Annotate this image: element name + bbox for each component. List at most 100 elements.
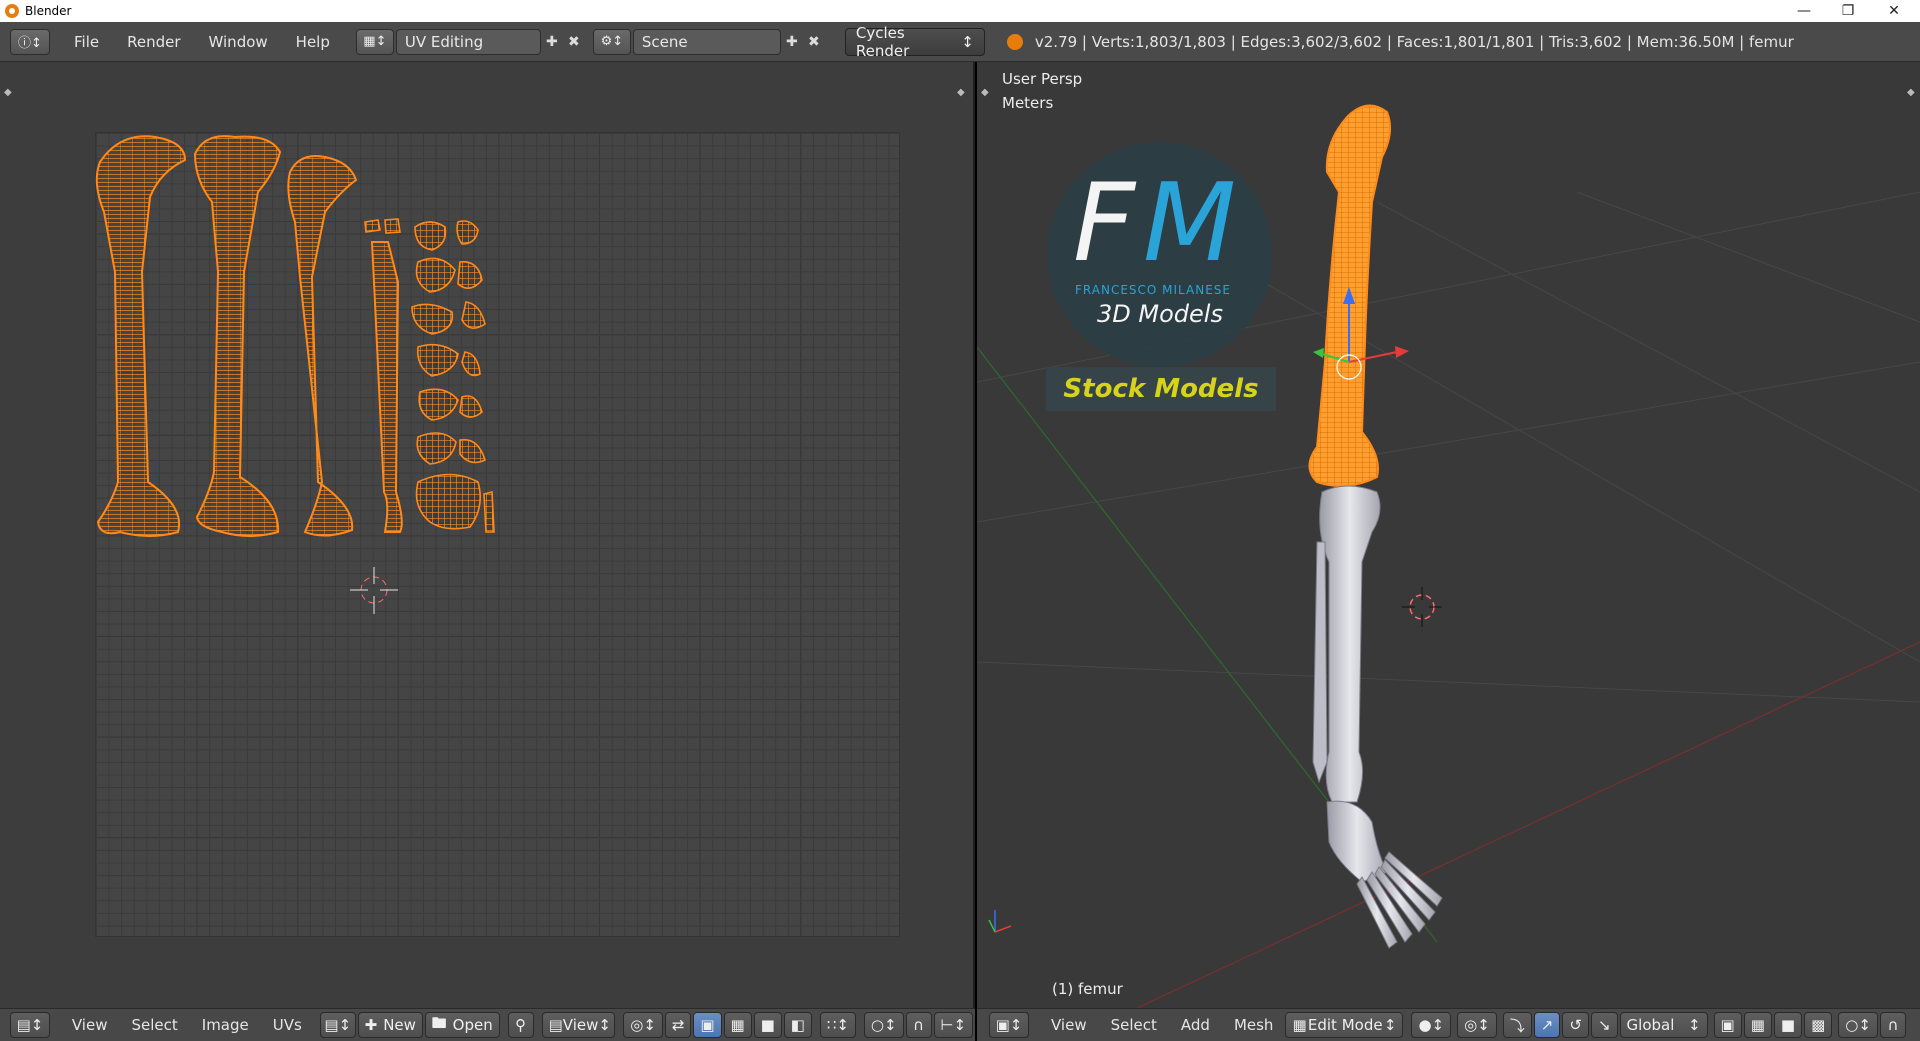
uv-editor-header: ▤↕ View Select Image UVs ▤↕ ✚ New 🖿 Open… [0, 1008, 975, 1041]
edge-select-mode-button[interactable]: ▦ [1743, 1012, 1772, 1038]
v3d-menu-select[interactable]: Select [1099, 1016, 1169, 1034]
pin-icon: ⚲ [515, 1016, 527, 1034]
new-image-button[interactable]: ✚ New [357, 1012, 423, 1038]
image-browse-icon: ▤↕ [324, 1016, 352, 1034]
magnet-icon: ∩ [1887, 1016, 1899, 1034]
island-select-button[interactable]: ◧ [783, 1012, 812, 1038]
chevron-updown-icon: ↕ [1687, 1016, 1701, 1034]
watermark-stock-banner: Stock Models [1046, 367, 1276, 411]
scene-statistics: v2.79 | Verts:1,803/1,803 | Edges:3,602/… [1034, 32, 1794, 51]
editor-type-3d-button[interactable]: ▣↕ [989, 1012, 1029, 1038]
scene-name: Scene [641, 32, 688, 51]
transform-orientation-dropdown[interactable]: Global ↕ [1619, 1012, 1708, 1038]
open-image-label: Open [452, 1016, 493, 1034]
vertex-select-mode-button[interactable]: ▣ [1713, 1012, 1742, 1038]
rotate-manipulator-button[interactable]: ↺ [1562, 1012, 1589, 1038]
sticky-selection-dropdown[interactable]: ∷↕ [819, 1012, 856, 1038]
info-header: ⓘ↕ File Render Window Help ▦↕ UV Editing… [0, 22, 1920, 62]
add-screen-icon[interactable]: ✚ [541, 31, 563, 53]
uv-image-editor[interactable]: ◆ ◆ [0, 62, 975, 1008]
uv-menu-view[interactable]: View [60, 1016, 120, 1034]
view-mode-dropdown[interactable]: ▤ View ↕ [541, 1012, 616, 1038]
edit-mode-icon: ▦ [1292, 1016, 1307, 1034]
restore-icon[interactable]: ❐ [1826, 0, 1870, 22]
face-select-mode-button[interactable]: ■ [1773, 1012, 1803, 1038]
watermark-subtitle: 3D Models [1097, 300, 1223, 328]
uv-menu-uvs[interactable]: UVs [261, 1016, 314, 1034]
uv-2d-cursor [350, 567, 398, 614]
manipulator-toggle[interactable]: ⤵ [1502, 1012, 1532, 1038]
screen-layout-field[interactable]: UV Editing [395, 28, 541, 55]
open-image-button[interactable]: 🖿 Open [424, 1012, 500, 1038]
editor-type-info-button[interactable]: ⓘ↕ [10, 28, 50, 55]
blender-logo-icon [1006, 33, 1023, 50]
snap-icon: ⊢↕ [940, 1016, 967, 1034]
editor-type-uv-button[interactable]: ▤↕ [10, 1012, 50, 1038]
vertex-select-button[interactable]: ▣ [693, 1012, 722, 1038]
viewport-shading-dropdown[interactable]: ●↕ [1411, 1012, 1452, 1038]
menu-render[interactable]: Render [113, 33, 194, 51]
sync-selection-button[interactable]: ⇄ [664, 1012, 692, 1038]
chevron-updown-icon: ↕ [598, 1016, 611, 1034]
edge-select-icon: ▦ [1750, 1016, 1765, 1034]
snap-toggle[interactable]: ∩ [1879, 1012, 1906, 1038]
3d-viewport-header: ▣↕ View Select Add Mesh ▦ Edit Mode ↕ ●↕… [977, 1008, 1920, 1041]
folder-icon: 🖿 [431, 1013, 447, 1032]
menu-file[interactable]: File [60, 33, 113, 51]
uv-island-femur-1 [95, 135, 187, 537]
translate-manipulator-button[interactable]: ↗ [1533, 1012, 1561, 1038]
3d-viewport[interactable]: ◆ ◆ User Persp Meters (1) femur F M FRAN… [977, 62, 1920, 1008]
uv-island-femur-3 [287, 155, 358, 537]
proportional-edit-dropdown[interactable]: ○↕ [1838, 1012, 1878, 1038]
scene-field[interactable]: Scene [632, 28, 781, 55]
orientation-label: Global [1626, 1016, 1675, 1034]
screen-layout-browse-button[interactable]: ▦↕ [355, 28, 394, 55]
pivot-point-button[interactable]: ◎↕ [623, 1012, 663, 1038]
active-object-label: (1) femur [1052, 980, 1123, 998]
delete-screen-icon[interactable]: ✖ [563, 31, 585, 53]
chevron-updown-icon: ↕ [1383, 1016, 1397, 1034]
mode-dropdown[interactable]: ▦ Edit Mode ↕ [1285, 1012, 1404, 1038]
close-icon[interactable]: ✕ [1872, 0, 1916, 22]
main-menu: File Render Window Help [60, 33, 344, 51]
falloff-dropdown[interactable]: ∩ [905, 1012, 932, 1038]
proportional-edit-dropdown[interactable]: ○↕ [863, 1012, 904, 1038]
plus-icon: ✚ [364, 1016, 378, 1034]
scene-browse-button[interactable]: ⚙↕ [592, 28, 631, 55]
uv-menu-select[interactable]: Select [119, 1016, 189, 1034]
snap-element-dropdown[interactable]: ⊢↕ [933, 1012, 974, 1038]
new-image-label: New [383, 1016, 416, 1034]
occlude-icon: ▩ [1811, 1016, 1826, 1034]
chevron-updown-icon: ↕ [961, 32, 974, 51]
menu-help[interactable]: Help [282, 33, 344, 51]
v3d-menu-add[interactable]: Add [1169, 1016, 1222, 1034]
proportional-icon: ○↕ [1845, 1016, 1871, 1034]
pivot-point-dropdown[interactable]: ◎↕ [1457, 1012, 1497, 1038]
view-mode-label: View [562, 1016, 599, 1034]
island-select-icon: ◧ [790, 1016, 805, 1034]
mode-label: Edit Mode [1307, 1016, 1383, 1034]
delete-scene-icon[interactable]: ✖ [803, 31, 825, 53]
add-scene-icon[interactable]: ✚ [781, 31, 803, 53]
sticky-icon: ∷↕ [826, 1016, 849, 1034]
3d-cursor [1402, 587, 1442, 627]
limit-selection-button[interactable]: ▩ [1804, 1012, 1833, 1038]
edge-select-button[interactable]: ▦ [723, 1012, 752, 1038]
render-engine-dropdown[interactable]: Cycles Render ↕ [844, 24, 985, 60]
image-browse-button[interactable]: ▤↕ [319, 1012, 356, 1038]
minimize-icon[interactable]: — [1782, 0, 1826, 22]
v3d-menu-mesh[interactable]: Mesh [1222, 1016, 1286, 1034]
uv-menu-image[interactable]: Image [190, 1016, 261, 1034]
scale-manipulator-button[interactable]: ↘ [1590, 1012, 1618, 1038]
watermark-circle: F M FRANCESCO MILANESE 3D Models [1047, 142, 1272, 367]
menu-window[interactable]: Window [195, 33, 282, 51]
v3d-menu-view[interactable]: View [1039, 1016, 1099, 1034]
x-axis-line [1136, 641, 1920, 1008]
scene-icon: ⚙↕ [600, 34, 624, 49]
falloff-icon: ∩ [913, 1016, 924, 1034]
pin-image-button[interactable]: ⚲ [507, 1012, 534, 1038]
face-select-button[interactable]: ■ [753, 1012, 782, 1038]
uv-islands [95, 135, 495, 614]
face-select-icon: ■ [1780, 1016, 1796, 1034]
manipulator-icon: ⤵ [1509, 1016, 1525, 1035]
